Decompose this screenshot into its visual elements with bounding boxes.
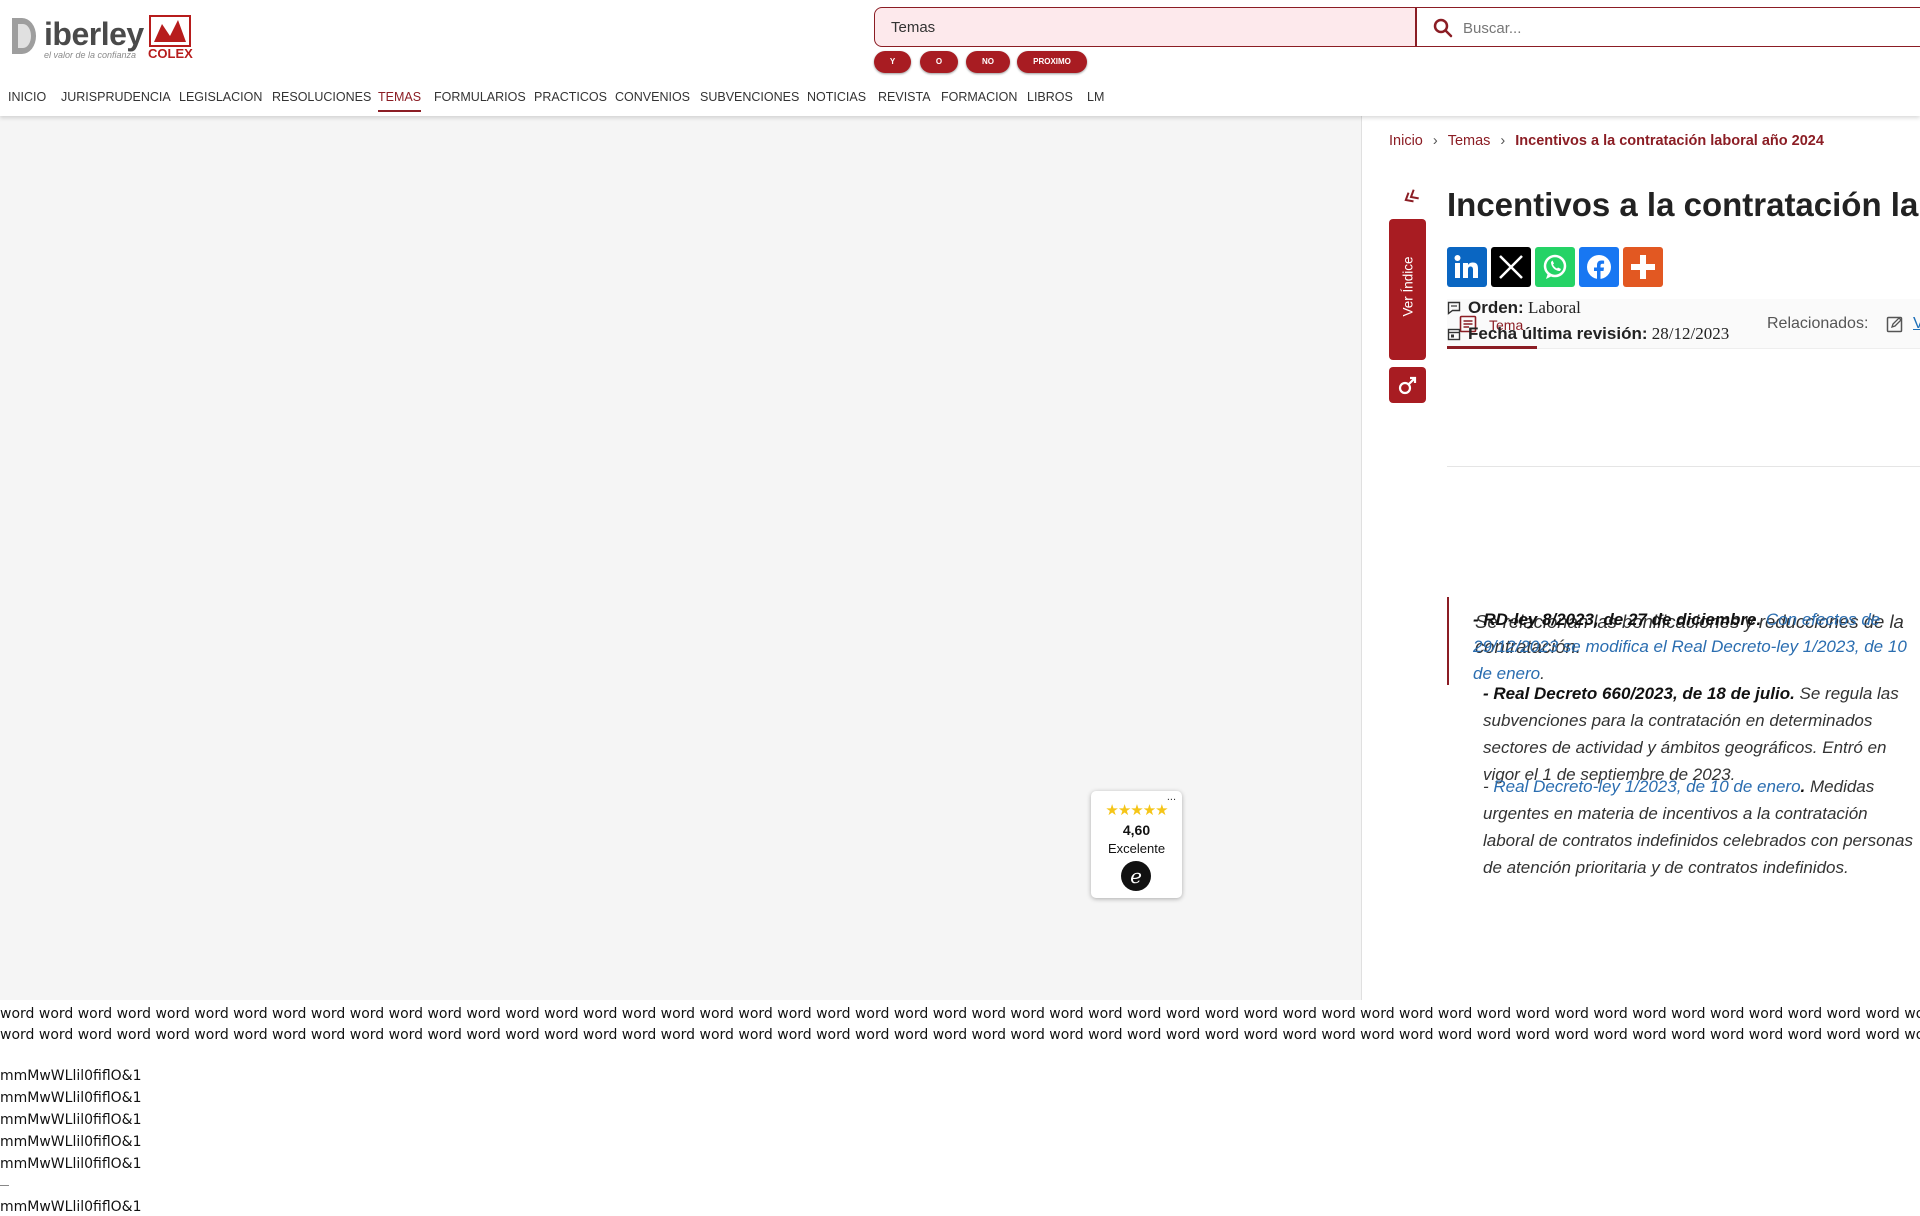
iberley-logo[interactable]: iberley el valor de la confianza COLEX: [10, 14, 200, 64]
nav-jurisprudencia[interactable]: JURISPRUDENCIA: [61, 90, 171, 110]
nav-lm[interactable]: LM: [1087, 90, 1104, 110]
breadcrumb-home[interactable]: Inicio: [1389, 133, 1423, 149]
nav-libros[interactable]: LIBROS: [1027, 90, 1073, 110]
glyph-sample: mmMwWLlil0fiflO&1: [0, 1112, 142, 1128]
rating-stars-icon: ★★★★★: [1105, 802, 1168, 819]
nav-temas[interactable]: TEMAS: [378, 90, 422, 112]
nav-resoluciones[interactable]: RESOLUCIONES: [272, 90, 371, 110]
comment-icon: [1447, 301, 1461, 315]
font-sample-area: word word word word word word word word …: [0, 1000, 1920, 1216]
linkedin-icon: [1454, 255, 1478, 278]
glyph-sample: mmMwWLlil0fiflO&1: [0, 1134, 142, 1150]
trust-rating-widget[interactable]: ... ★★★★★ 4,60 Excelente e: [1091, 791, 1182, 898]
logo-tagline: el valor de la confianza: [44, 50, 137, 60]
related-label: Relacionados:: [1767, 315, 1869, 332]
word-line: word word word word word word word word …: [0, 1006, 1920, 1022]
paragraph-rdley-1-2023: - Real Decreto-ley 1/2023, de 10 de ener…: [1483, 773, 1920, 881]
rating-score: 4,60: [1122, 822, 1151, 838]
nav-convenios[interactable]: CONVENIOS: [615, 90, 690, 110]
divider: [0, 1185, 9, 1186]
paragraph-rdley-8-2023: - RD-ley 8/2023, de 27 de diciembre. Con…: [1473, 606, 1920, 687]
nav-legislacion[interactable]: LEGISLACION: [179, 90, 262, 110]
whatsapp-icon: [1543, 254, 1567, 279]
gender-perspective-button[interactable]: [1389, 367, 1426, 403]
trust-seal-icon: e: [1121, 861, 1151, 891]
x-logo-icon: [1499, 255, 1523, 279]
search-box[interactable]: [1415, 7, 1920, 47]
glyph-sample: mmMwWLlil0fiflO&1: [0, 1156, 142, 1172]
nav-inicio[interactable]: INICIO: [8, 90, 46, 110]
paragraph-link[interactable]: Real Decreto-ley 1/2023, de 10 de enero: [1493, 777, 1800, 796]
breadcrumb-section[interactable]: Temas: [1448, 133, 1491, 149]
meta-revision: Fecha última revisión: 28/12/2023: [1447, 324, 1729, 344]
document-title: Incentivos a la contratación laboral año…: [1447, 186, 1920, 223]
related-link[interactable]: Ve: [1913, 315, 1920, 333]
breadcrumb: Inicio › Temas › Incentivos a la contratació…: [1389, 133, 1824, 149]
rating-label: Excelente: [1107, 841, 1166, 856]
share-x-button[interactable]: [1491, 247, 1531, 287]
share-more-button[interactable]: [1623, 247, 1663, 287]
search-icon[interactable]: [1433, 18, 1453, 38]
logo-wordmark: iberley: [44, 16, 144, 52]
edit-note-icon: [1886, 316, 1903, 333]
search-scope-select[interactable]: Temas: [874, 7, 1416, 47]
colex-wordmark: COLEX: [148, 46, 193, 61]
plus-icon: [1631, 255, 1655, 279]
nav-subvenciones[interactable]: SUBVENCIONES: [700, 90, 799, 110]
orden-value: Laboral: [1527, 298, 1581, 317]
divider: [1447, 466, 1920, 467]
document-panel: Inicio › Temas › Incentivos a la contratació…: [1361, 116, 1920, 1000]
glyph-sample: mmMwWLlil0fiflO&1: [0, 1199, 142, 1215]
glyph-sample: mmMwWLlil0fiflO&1: [0, 1090, 142, 1106]
revision-value: 28/12/2023: [1651, 324, 1730, 343]
operator-or-button[interactable]: O: [920, 51, 958, 73]
share-facebook-button[interactable]: [1579, 247, 1619, 287]
paragraph-bold: - Real Decreto 660/2023, de 18 de julio.: [1483, 684, 1795, 703]
facebook-icon: [1587, 255, 1611, 280]
nav-revista[interactable]: REVISTA: [878, 90, 931, 110]
operator-not-button[interactable]: NO: [966, 51, 1010, 73]
share-whatsapp-button[interactable]: [1535, 247, 1575, 287]
nav-noticias[interactable]: NOTICIAS: [807, 90, 866, 110]
meta-orden: Orden: Laboral: [1447, 298, 1581, 318]
orden-key: Orden:: [1468, 298, 1524, 317]
nav-formacion[interactable]: FORMACION: [941, 90, 1017, 110]
operator-near-button[interactable]: PROXIMO: [1017, 51, 1087, 73]
share-linkedin-button[interactable]: [1447, 247, 1487, 287]
show-index-label: Ver Índice: [1400, 256, 1416, 317]
nav-formularios[interactable]: FORMULARIOS: [434, 90, 526, 110]
collapse-double-chevron-icon[interactable]: [1400, 186, 1422, 208]
breadcrumb-separator-icon: ›: [1432, 133, 1438, 149]
paragraph-text: -: [1483, 777, 1494, 796]
search-input[interactable]: [1463, 16, 1863, 40]
paragraph-rd-660-2023: - Real Decreto 660/2023, de 18 de julio.…: [1483, 680, 1920, 788]
paragraph-bold: - RD-ley 8/2023, de 27 de diciembre.: [1473, 610, 1762, 629]
show-index-tab[interactable]: Ver Índice: [1389, 219, 1426, 360]
operator-and-button[interactable]: Y: [874, 51, 911, 73]
breadcrumb-current: Incentivos a la contratación laboral año…: [1515, 133, 1824, 149]
gender-icon: [1398, 376, 1417, 395]
calendar-icon: [1447, 328, 1461, 341]
revision-key: Fecha última revisión:: [1468, 324, 1648, 343]
glyph-sample: mmMwWLlil0fiflO&1: [0, 1068, 142, 1084]
iberley-logo-mark-icon: [12, 18, 36, 54]
word-line: word word word word word word word word …: [0, 1027, 1920, 1043]
nav-practicos[interactable]: PRACTICOS: [534, 90, 607, 110]
site-header: iberley el valor de la confianza COLEX T…: [0, 0, 1920, 116]
breadcrumb-separator-icon: ›: [1500, 133, 1506, 149]
